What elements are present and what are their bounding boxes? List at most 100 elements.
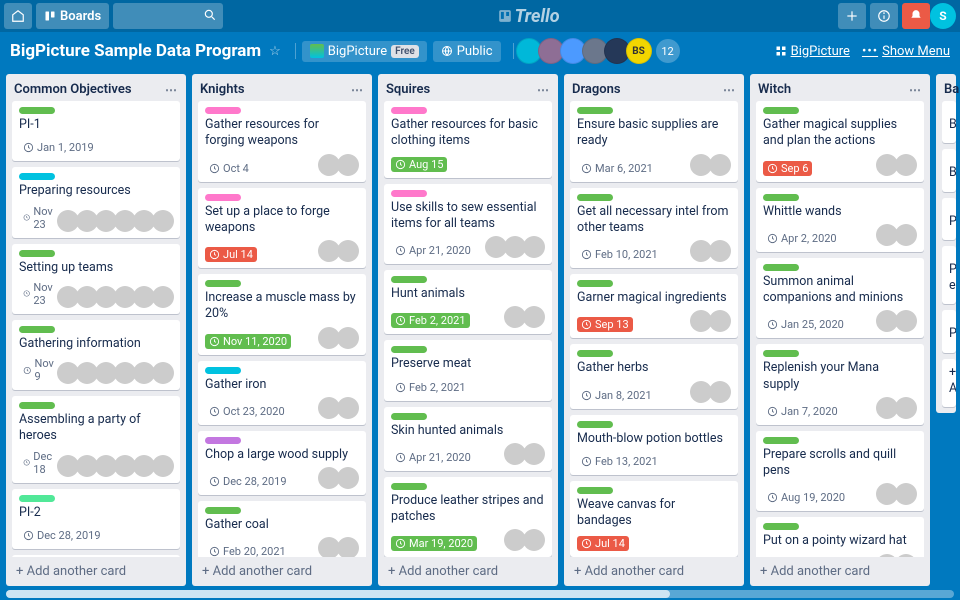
card[interactable]: Summon animal companions and minionsJan … [756, 258, 924, 339]
member-avatar[interactable] [895, 554, 917, 558]
card[interactable]: Get all necessary intel from other teams… [570, 188, 738, 269]
card[interactable]: Ensure basic supplies are readyMar 6, 20… [570, 101, 738, 182]
label[interactable] [19, 495, 55, 502]
label[interactable] [763, 194, 799, 201]
card[interactable]: Produce leather stripes and patchesMar 1… [384, 477, 552, 557]
member-avatar[interactable] [709, 154, 731, 176]
card[interactable]: Prepare scrolls and quill pensAug 19, 20… [756, 431, 924, 512]
add-card-button[interactable]: + Add another card [6, 557, 186, 586]
visibility-pill[interactable]: Public [433, 41, 501, 62]
card[interactable]: Bu [942, 149, 956, 191]
label[interactable] [763, 523, 799, 530]
label[interactable] [205, 507, 241, 514]
card[interactable]: Mouth-blow potion bottlesFeb 13, 2021 [570, 415, 738, 475]
label[interactable] [577, 107, 613, 114]
label[interactable] [19, 107, 55, 114]
label[interactable] [763, 350, 799, 357]
member-avatar[interactable] [523, 306, 545, 328]
card[interactable]: Gather coalFeb 20, 2021 [198, 501, 366, 557]
label[interactable] [577, 421, 613, 428]
board-title[interactable]: BigPicture Sample Data Program [10, 41, 261, 61]
member-avatar[interactable] [152, 362, 174, 384]
member-avatar[interactable] [152, 286, 174, 308]
card[interactable]: Gather herbsJan 8, 2021 [570, 344, 738, 408]
list-title[interactable]: Ba [944, 82, 959, 97]
label[interactable] [19, 402, 55, 409]
label[interactable] [763, 437, 799, 444]
label[interactable] [205, 367, 241, 374]
label[interactable] [577, 280, 613, 287]
card[interactable]: Pu en [942, 246, 956, 305]
due-badge[interactable]: Nov 11, 2020 [205, 334, 291, 349]
team-pill[interactable]: BigPicture Free [302, 41, 427, 62]
label[interactable] [205, 280, 241, 287]
add-card-button[interactable]: + Add another card [564, 557, 744, 586]
user-avatar[interactable]: S [930, 3, 956, 29]
label[interactable] [763, 107, 799, 114]
card[interactable]: Pu [942, 198, 956, 240]
card[interactable]: Set up a place to forge weaponsJul 14 [198, 188, 366, 269]
notifications-button[interactable] [902, 3, 930, 29]
member-avatar[interactable] [895, 397, 917, 419]
create-button[interactable] [838, 3, 866, 29]
member-avatar[interactable] [876, 554, 898, 558]
label[interactable] [391, 276, 427, 283]
member-avatar[interactable] [523, 529, 545, 551]
due-badge[interactable]: Jul 14 [205, 247, 257, 262]
member-avatar[interactable] [895, 310, 917, 332]
member-avatar[interactable] [895, 483, 917, 505]
card[interactable]: Use skills to sew essential items for al… [384, 184, 552, 265]
due-badge[interactable]: Mar 19, 2020 [391, 536, 477, 551]
trello-logo[interactable]: Trello [223, 6, 834, 27]
list-title[interactable]: Squires [386, 82, 537, 97]
member-avatar[interactable] [337, 327, 359, 349]
card[interactable]: Preserve meatFeb 2, 2021 [384, 340, 552, 400]
add-card-button[interactable]: + Add another card [192, 557, 372, 586]
label[interactable] [391, 107, 427, 114]
card[interactable]: Gather resources for basic clothing item… [384, 101, 552, 178]
card[interactable]: Skin hunted animalsApr 21, 2020 [384, 407, 552, 471]
board-members[interactable]: BS 12 [520, 38, 680, 64]
list-title[interactable]: Dragons [572, 82, 723, 97]
member-avatar[interactable] [523, 443, 545, 465]
list-title[interactable]: Common Objectives [14, 82, 165, 97]
card[interactable]: Gather resources for forging weaponsOct … [198, 101, 366, 182]
label[interactable] [577, 487, 613, 494]
board-canvas[interactable]: Common Objectives⋯PI-1Jan 1, 2019Prepari… [0, 70, 960, 590]
info-button[interactable] [870, 3, 898, 29]
due-badge[interactable]: Sep 6 [763, 161, 812, 176]
card[interactable]: Hunt animalsFeb 2, 2021 [384, 270, 552, 334]
label[interactable] [577, 194, 613, 201]
card[interactable]: Garner magical ingredientsSep 13 [570, 274, 738, 338]
member-avatar[interactable] [337, 537, 359, 557]
card[interactable]: Assembling a party of heroesDec 18 [12, 396, 180, 483]
card[interactable]: PI-2Dec 28, 2019 [12, 489, 180, 549]
list-menu-icon[interactable]: ⋯ [537, 83, 550, 97]
member-avatar[interactable] [337, 154, 359, 176]
due-badge[interactable]: Sep 13 [577, 317, 633, 332]
card[interactable]: Setting up teamsNov 23 [12, 244, 180, 314]
member-avatar[interactable]: BS [626, 38, 652, 64]
due-badge[interactable]: Aug 15 [391, 157, 447, 172]
list-menu-icon[interactable]: ⋯ [909, 83, 922, 97]
card[interactable]: Chop a large wood supplyDec 28, 2019 [198, 431, 366, 495]
card[interactable]: Replenish your Mana supplyJan 7, 2020 [756, 344, 924, 425]
list-menu-icon[interactable]: ⋯ [723, 83, 736, 97]
label[interactable] [205, 437, 241, 444]
more-members[interactable]: 12 [656, 39, 680, 63]
label[interactable] [391, 413, 427, 420]
card[interactable]: + A [942, 359, 956, 408]
list-title[interactable]: Witch [758, 82, 909, 97]
list-title[interactable]: Knights [200, 82, 351, 97]
card[interactable]: Whittle wandsApr 2, 2020 [756, 188, 924, 252]
label[interactable] [19, 173, 55, 180]
add-card-button[interactable]: + Add another card [750, 557, 930, 586]
card[interactable]: Gather ironOct 23, 2020 [198, 361, 366, 425]
member-avatar[interactable] [337, 240, 359, 262]
card[interactable]: Ba [942, 101, 956, 143]
card[interactable]: PI-1Jan 1, 2019 [12, 101, 180, 161]
member-avatar[interactable] [895, 224, 917, 246]
label[interactable] [763, 264, 799, 271]
powerup-link[interactable]: BigPicture [775, 44, 850, 59]
add-card-button[interactable]: + Add another card [378, 557, 558, 586]
